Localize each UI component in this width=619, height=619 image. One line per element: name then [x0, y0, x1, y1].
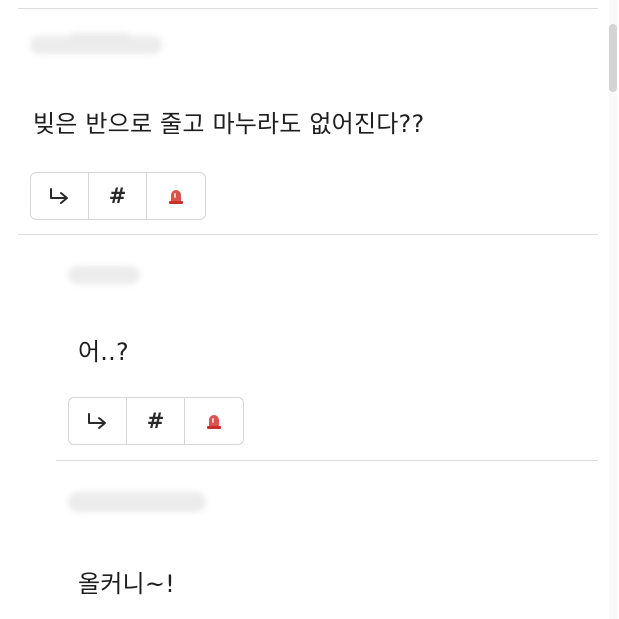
- hashtag-button[interactable]: #: [89, 173, 147, 219]
- scrollbar-thumb[interactable]: [609, 24, 617, 92]
- comment-thread: 빚은 반으로 줄고 마누라도 없어진다?? # 어..? # 올커니~!: [0, 0, 619, 619]
- scrollbar[interactable]: [609, 0, 617, 619]
- comment-toolbar: #: [30, 172, 206, 220]
- report-button[interactable]: [185, 398, 243, 444]
- hashtag-button[interactable]: #: [127, 398, 185, 444]
- hash-icon: #: [146, 409, 165, 433]
- author-name-redacted: [68, 256, 218, 286]
- author-name-redacted: [68, 484, 218, 514]
- reply-text: 올커니~!: [78, 570, 175, 598]
- reply-toolbar: #: [68, 397, 244, 445]
- comment-item: 빚은 반으로 줄고 마누라도 없어진다?? #: [0, 0, 600, 230]
- author-name-redacted: [30, 30, 180, 60]
- reply-button[interactable]: [31, 173, 89, 219]
- siren-icon: [169, 190, 183, 204]
- reply-item: 올커니~!: [0, 460, 600, 619]
- siren-icon: [207, 415, 221, 429]
- report-button[interactable]: [147, 173, 205, 219]
- reply-text: 어..?: [78, 338, 129, 366]
- reply-button[interactable]: [69, 398, 127, 444]
- comment-text: 빚은 반으로 줄고 마누라도 없어진다??: [33, 110, 425, 138]
- reply-arrow-icon: [49, 188, 68, 204]
- reply-arrow-icon: [87, 413, 106, 429]
- reply-item: 어..? #: [0, 234, 600, 458]
- hash-icon: #: [108, 184, 127, 208]
